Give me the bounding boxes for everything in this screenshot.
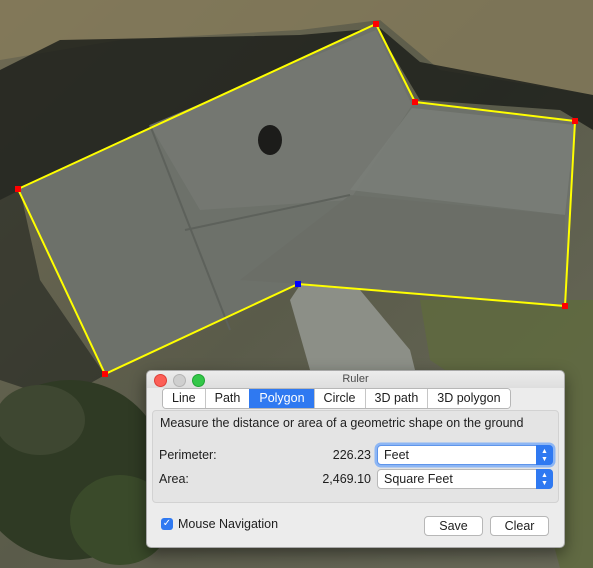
polygon-vertex[interactable] <box>15 186 21 192</box>
close-button[interactable] <box>154 374 167 387</box>
polygon-vertex[interactable] <box>412 99 418 105</box>
measure-mode-tabs: Line Path Polygon Circle 3D path 3D poly… <box>162 388 511 409</box>
area-label: Area: <box>159 472 189 486</box>
perimeter-unit-value: Feet <box>384 448 410 462</box>
area-unit-select[interactable]: Square Feet ▲ ▼ <box>377 469 553 489</box>
clear-button[interactable]: Clear <box>490 516 549 536</box>
chimney <box>258 125 282 155</box>
polygon-vertex[interactable] <box>562 303 568 309</box>
perimeter-unit-select[interactable]: Feet ▲ ▼ <box>377 445 553 465</box>
window-title: Ruler <box>342 373 369 385</box>
area-value: 2,469.10 <box>322 472 371 486</box>
checkmark-icon[interactable]: ✓ <box>161 518 173 530</box>
tab-3d-path[interactable]: 3D path <box>364 389 428 408</box>
perimeter-label: Perimeter: <box>159 448 217 462</box>
title-bar[interactable]: Ruler <box>147 371 564 388</box>
tab-circle[interactable]: Circle <box>313 389 365 408</box>
measurement-panel: Measure the distance or area of a geomet… <box>152 410 559 503</box>
tab-polygon[interactable]: Polygon <box>249 389 314 408</box>
tab-path[interactable]: Path <box>204 389 250 408</box>
polygon-vertex[interactable] <box>102 371 108 377</box>
perimeter-value: 226.23 <box>332 448 371 462</box>
chevron-updown-icon: ▲ ▼ <box>536 445 553 465</box>
mouse-navigation-label: Mouse Navigation <box>178 517 279 531</box>
polygon-vertex[interactable] <box>572 118 578 124</box>
mouse-navigation-toggle[interactable]: ✓ Mouse Navigation <box>161 517 278 531</box>
panel-description: Measure the distance or area of a geomet… <box>160 416 524 430</box>
minimize-button[interactable] <box>173 374 186 387</box>
ruler-dialog: Ruler Line Path Polygon Circle 3D path 3… <box>146 370 565 548</box>
tab-line[interactable]: Line <box>163 389 205 408</box>
area-unit-value: Square Feet <box>384 472 453 486</box>
tab-3d-polygon[interactable]: 3D polygon <box>427 389 510 408</box>
save-button[interactable]: Save <box>424 516 483 536</box>
zoom-button[interactable] <box>192 374 205 387</box>
polygon-vertex[interactable] <box>373 21 379 27</box>
polygon-vertex-active[interactable] <box>295 281 301 287</box>
chevron-updown-icon: ▲ ▼ <box>536 469 553 489</box>
